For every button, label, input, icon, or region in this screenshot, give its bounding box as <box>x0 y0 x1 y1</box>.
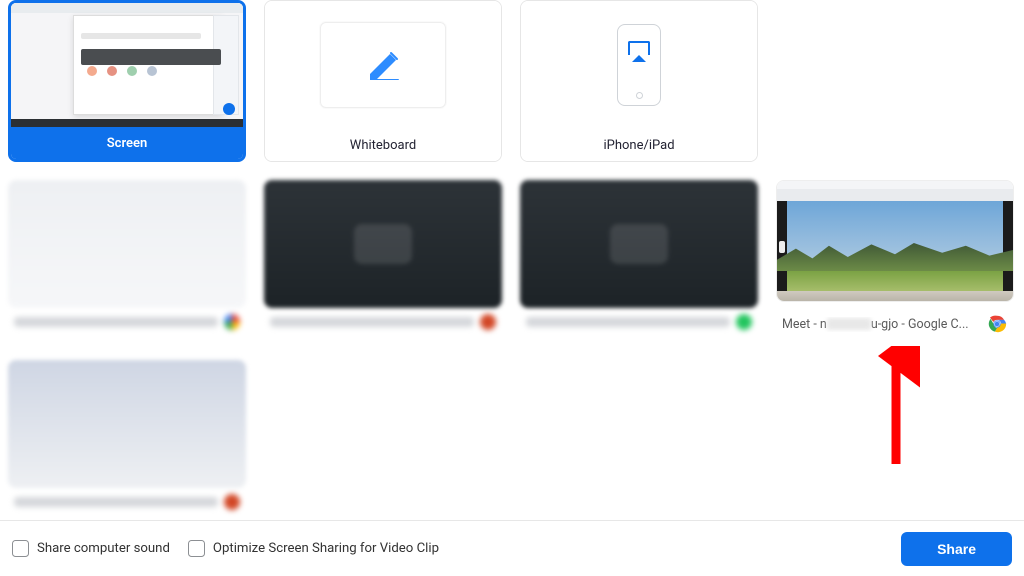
checkbox-share-sound[interactable]: Share computer sound <box>12 540 170 557</box>
tile-iphone[interactable]: iPhone/iPad <box>520 0 758 162</box>
pencil-icon <box>366 50 400 80</box>
tile-screen[interactable]: Screen <box>8 0 246 162</box>
tile-window-blurred-2[interactable] <box>264 180 502 342</box>
tile-iphone-preview <box>521 1 757 129</box>
phone-icon <box>617 24 661 106</box>
tile-window-blurred-4[interactable] <box>8 360 246 516</box>
tile-window-blurred-3[interactable] <box>520 180 758 342</box>
whiteboard-card <box>320 22 446 108</box>
footer-bar: Share computer sound Optimize Screen Sha… <box>0 520 1024 576</box>
tile-whiteboard-label: Whiteboard <box>265 129 501 161</box>
tile-window-meet-preview <box>776 180 1014 302</box>
checkbox-box <box>12 540 29 557</box>
tile-window-meet-label-row: Meet - nu-gjo - Google C... <box>776 308 1014 340</box>
tile-window-meet-label: Meet - nu-gjo - Google C... <box>782 317 969 332</box>
tile-window-meet[interactable]: Meet - nu-gjo - Google C... <box>776 180 1014 342</box>
meet-thumbnail <box>777 181 1013 301</box>
checkbox-optimize-video[interactable]: Optimize Screen Sharing for Video Clip <box>188 540 439 557</box>
share-button[interactable]: Share <box>901 532 1012 566</box>
screen-thumbnail <box>11 3 243 127</box>
tile-screen-label: Screen <box>11 127 243 159</box>
tile-window-blurred-1[interactable] <box>8 180 246 342</box>
airplay-icon <box>628 41 650 57</box>
tile-whiteboard-preview <box>265 1 501 129</box>
empty-cell <box>776 0 1014 162</box>
share-source-grid: Screen Whiteboard iPhone/iPad <box>0 0 1024 516</box>
tile-whiteboard[interactable]: Whiteboard <box>264 0 502 162</box>
tile-screen-preview <box>11 3 243 127</box>
redacted-text <box>827 318 871 330</box>
checkbox-optimize-video-label: Optimize Screen Sharing for Video Clip <box>213 541 439 556</box>
chrome-icon <box>986 313 1008 335</box>
checkbox-box <box>188 540 205 557</box>
checkbox-share-sound-label: Share computer sound <box>37 541 170 556</box>
tile-iphone-label: iPhone/iPad <box>521 129 757 161</box>
